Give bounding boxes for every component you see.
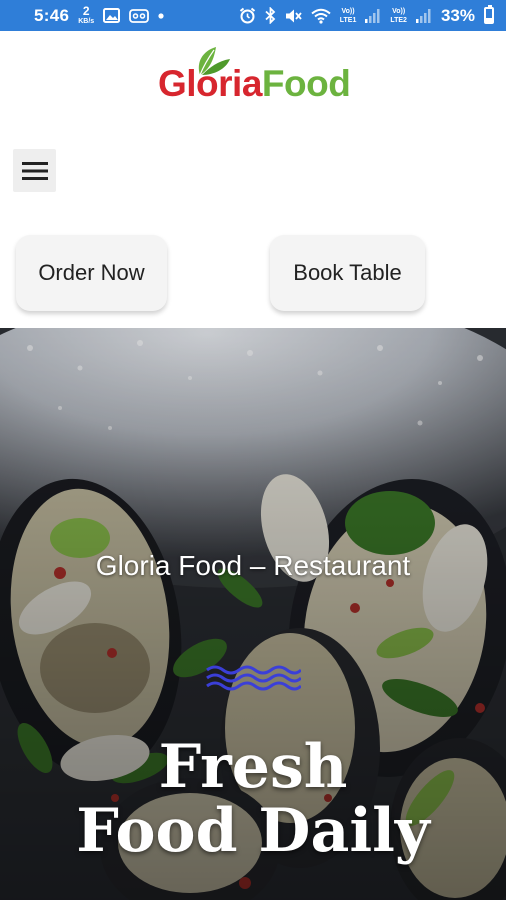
- dot-icon: [158, 12, 164, 19]
- sim1-label-top: Vo)): [341, 7, 355, 15]
- network-speed-unit: KB/s: [78, 17, 95, 25]
- network-speed-value: 2: [82, 3, 90, 18]
- book-table-button[interactable]: Book Table: [270, 235, 425, 311]
- logo-text-food: Food: [261, 63, 351, 104]
- logo-text: GloriaFood: [158, 63, 351, 105]
- signal-icon-2: [415, 8, 432, 23]
- sim2-label-bottom: LTE2: [390, 16, 407, 24]
- battery-percent: 33%: [440, 5, 475, 25]
- hero-subtitle: Gloria Food – Restaurant: [95, 550, 411, 581]
- voicemail-icon: [129, 8, 150, 23]
- status-bar-right: Vo)) LTE1 Vo)) LTE2 33%: [239, 5, 494, 26]
- mute-icon: [285, 8, 302, 24]
- wave-divider-icon: [206, 665, 301, 691]
- hero-title: Fresh Food Daily: [0, 735, 506, 863]
- sim1-label: Vo)) LTE1: [340, 7, 357, 25]
- status-bar: 5:46 2 KB/s Vo)) LTE1 Vo)) LTE2 33%: [0, 0, 506, 31]
- sim2-label: Vo)) LTE2: [390, 7, 407, 25]
- gloriafood-logo[interactable]: GloriaFood: [158, 45, 353, 105]
- bluetooth-icon: [265, 7, 276, 24]
- hero-title-line1: Fresh: [158, 732, 348, 802]
- alarm-icon: [239, 7, 256, 24]
- hero-title-line2: Food Daily: [76, 796, 430, 866]
- sim2-label-top: Vo)): [392, 7, 406, 15]
- battery-fill: [486, 17, 492, 22]
- image-icon: [103, 8, 121, 23]
- order-now-button[interactable]: Order Now: [16, 235, 167, 311]
- signal-icon: [365, 8, 381, 23]
- battery-icon: [484, 5, 494, 24]
- hamburger-menu-button[interactable]: [13, 149, 56, 192]
- network-speed: 2 KB/s: [78, 3, 95, 26]
- logo-text-gloria: Gloria: [158, 63, 262, 104]
- sim1-label-bottom: LTE1: [339, 16, 357, 24]
- wifi-icon: [311, 8, 331, 24]
- status-bar-left: 5:46 2 KB/s: [34, 3, 164, 26]
- hamburger-menu-icon: [21, 161, 48, 180]
- status-time: 5:46: [34, 5, 70, 25]
